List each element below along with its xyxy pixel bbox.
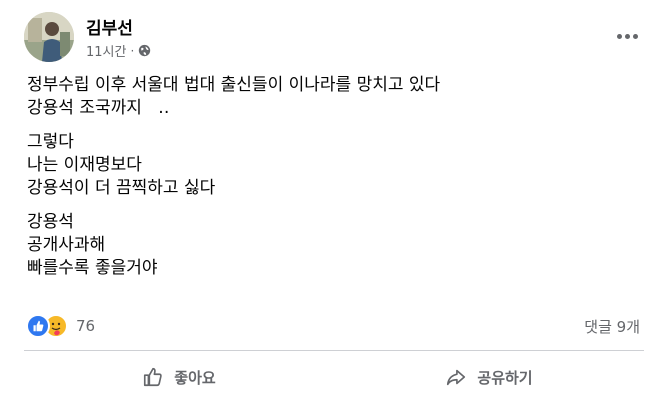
post-paragraph: 강용석 공개사과해 빠를수록 좋을거야 (27, 211, 640, 280)
post-paragraph: 그렇다 나는 이재명보다 강용석이 더 끔찍하고 싫다 (27, 131, 640, 200)
share-button-label: 공유하기 (477, 368, 533, 387)
post-text-line: 빠를수록 좋을거야 (27, 258, 158, 278)
comment-count[interactable]: 댓글 9개 (584, 316, 640, 337)
post-header: 김부선 11시간 · (24, 12, 644, 62)
avatar-image (24, 12, 74, 62)
author-avatar[interactable] (24, 12, 74, 62)
like-button[interactable]: 좋아요 (24, 356, 334, 398)
actions-divider (24, 350, 644, 351)
reaction-count: 76 (76, 317, 96, 335)
author-name[interactable]: 김부선 (86, 14, 133, 39)
post-meta: 11시간 · (86, 41, 151, 60)
post-text-line: 강용석 (27, 212, 74, 232)
share-button[interactable]: 공유하기 (334, 356, 644, 398)
post-paragraph: 정부수립 이후 서울대 법대 출신들이 이나라를 망치고 있다 강용석 조국까지… (27, 74, 640, 120)
post-time[interactable]: 11시간 (86, 41, 126, 60)
globe-icon (139, 44, 151, 57)
like-button-label: 좋아요 (174, 368, 216, 387)
thumbs-up-icon (144, 367, 162, 387)
reactions-summary[interactable]: 76 (26, 314, 95, 338)
meta-separator: · (130, 43, 135, 58)
post-text-line: 강용석이 더 끔찍하고 싫다 (27, 178, 216, 198)
more-options-icon[interactable] (614, 26, 640, 46)
post-stats: 76 댓글 9개 (26, 314, 640, 340)
post-text-line: 정부수립 이후 서울대 법대 출신들이 이나라를 망치고 있다 (27, 75, 441, 95)
post-body: 정부수립 이후 서울대 법대 출신들이 이나라를 망치고 있다 강용석 조국까지… (27, 74, 640, 291)
post-actions: 좋아요 공유하기 (24, 356, 644, 398)
like-reaction-icon (26, 314, 50, 338)
post-text-line: 나는 이재명보다 (27, 155, 142, 175)
post-text-line: 그렇다 (27, 132, 74, 152)
share-arrow-icon (447, 369, 466, 386)
post-text-line: 강용석 조국까지 ‥ (27, 98, 170, 118)
post-text-line: 공개사과해 (27, 235, 106, 255)
